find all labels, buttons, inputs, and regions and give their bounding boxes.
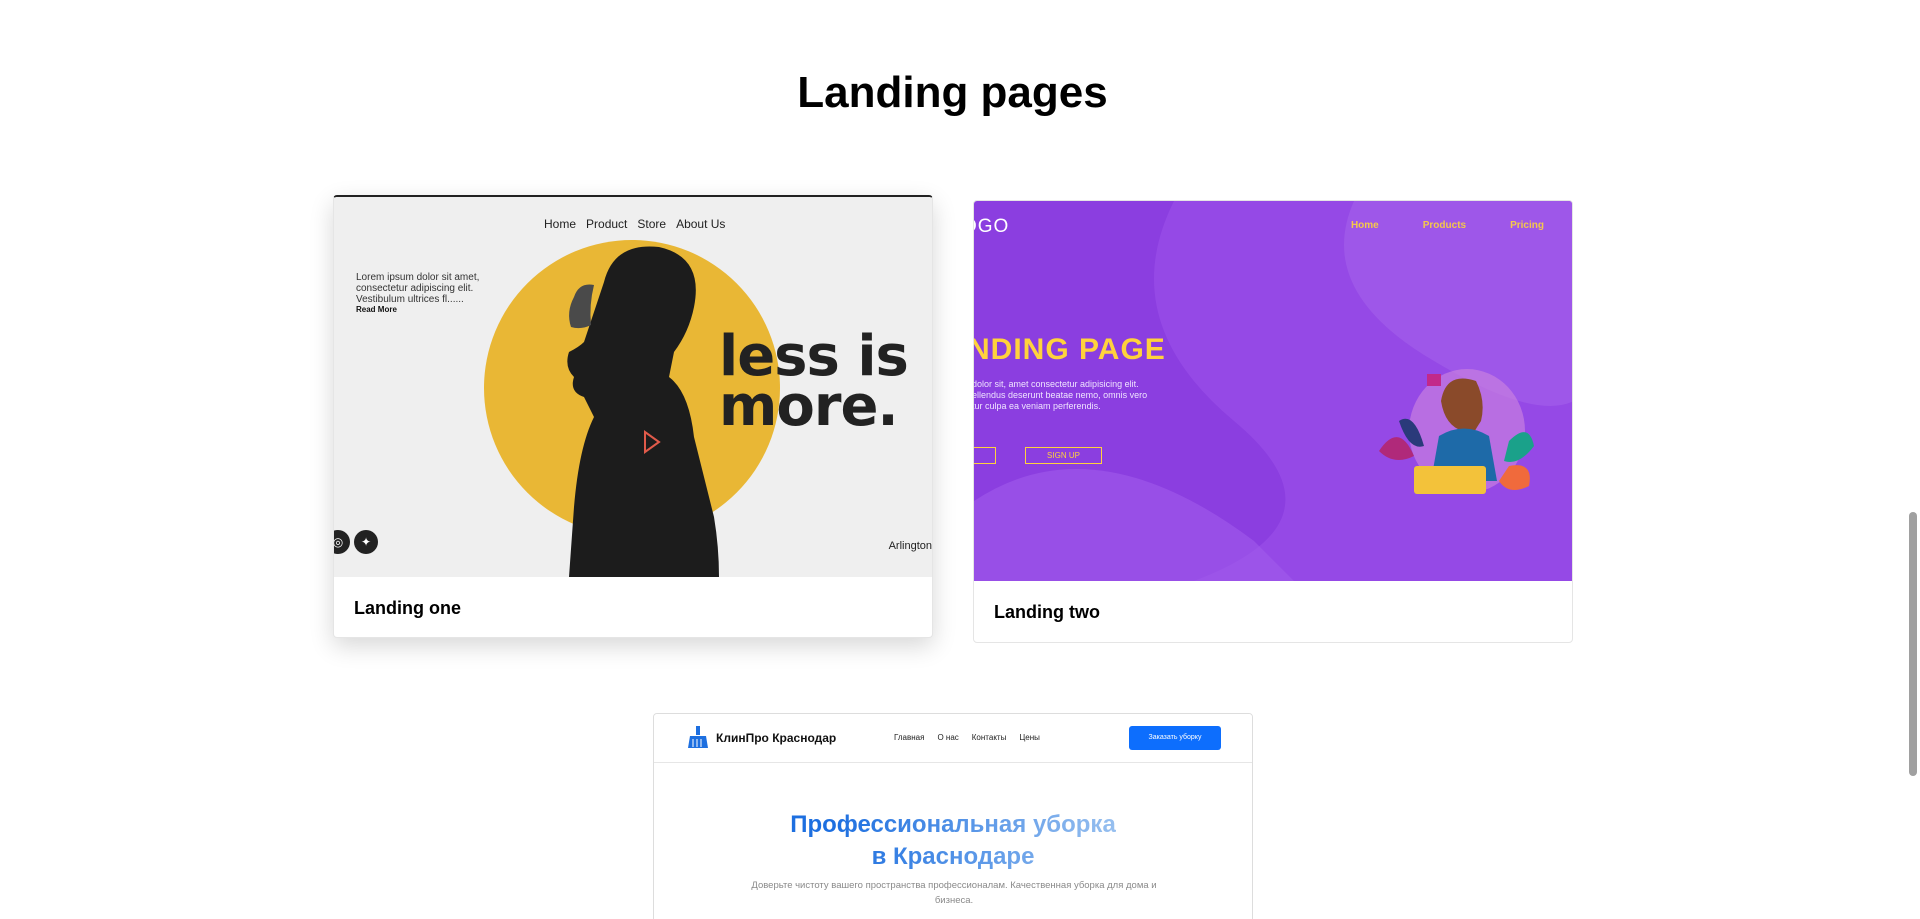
landing-three-nav-about: О нас (937, 733, 959, 742)
landing-one-nav-store: Store (637, 217, 667, 231)
section-title: Landing pages (797, 68, 1108, 117)
landing-two-nav: Home Products Pricing (1351, 220, 1544, 231)
landing-one-nav-about: About Us (676, 217, 726, 231)
page: Landing pages Home Product Store About U… (0, 0, 1920, 919)
twitter-icon: ✦ (354, 530, 378, 554)
landing-two-button-partial (974, 447, 996, 464)
landing-two-headline: NDING PAGE (974, 333, 1166, 366)
landing-three-title-line2: в Краснодаре (871, 843, 1035, 870)
landing-one-title[interactable]: Landing one (354, 598, 461, 619)
landing-three-nav-contacts: Контакты (971, 733, 1007, 742)
laptop-woman-illustration (1379, 369, 1534, 494)
landing-one-city: Arlington (888, 540, 932, 552)
landing-one-intro: Lorem ipsum dolor sit amet, consectetur … (356, 272, 480, 305)
landing-one-social: ◎ ✦ (334, 530, 378, 554)
landing-one-nav: Home Product Store About Us (544, 217, 725, 231)
landing-two-nav-pricing: Pricing (1510, 220, 1544, 231)
landing-three-nav-home: Главная (894, 733, 925, 742)
broom-icon (688, 726, 708, 748)
landing-card-three[interactable]: КлинПро Краснодар Главная О нас Контакты… (653, 713, 1253, 919)
landing-one-preview[interactable]: Home Product Store About Us Lorem ipsum … (334, 197, 932, 577)
landing-one-read-more: Read More (356, 305, 397, 314)
landing-two-nav-products: Products (1422, 220, 1467, 231)
landing-two-logo: OGO (974, 216, 1010, 237)
landing-three-title-line1: Профессиональная уборка (790, 811, 1116, 838)
landing-one-nav-home: Home (544, 217, 577, 231)
landing-one-headline: less is more. (719, 329, 909, 439)
scrollbar-thumb[interactable] (1909, 512, 1917, 776)
landing-one-portrait (567, 246, 719, 577)
landing-two-text: dolor sit, amet consectetur adipisicing … (974, 379, 1148, 411)
landing-two-title[interactable]: Landing two (994, 602, 1100, 623)
landing-card-two[interactable]: OGO Home Products Pricing NDING PAGE dol… (973, 200, 1573, 643)
play-icon[interactable] (642, 430, 661, 454)
landing-two-signup-button: SIGN UP (1025, 447, 1102, 464)
landing-three-title: Профессиональная уборка в Краснодаре (654, 809, 1252, 873)
landing-three-nav-prices: Цены (1019, 733, 1040, 742)
instagram-icon: ◎ (334, 530, 350, 554)
landing-one-nav-product: Product (586, 217, 628, 231)
landing-three-header: КлинПро Краснодар Главная О нас Контакты… (654, 714, 1252, 763)
scrollbar[interactable] (1905, 0, 1920, 919)
landing-three-subtitle: Доверьте чистоту вашего пространства про… (751, 880, 1157, 906)
landing-three-brand: КлинПро Краснодар (716, 731, 837, 745)
landing-three-order-button: Заказать уборку (1129, 726, 1221, 750)
landing-two-nav-home: Home (1350, 220, 1379, 231)
landing-two-preview[interactable]: OGO Home Products Pricing NDING PAGE dol… (974, 201, 1572, 581)
landing-three-nav: Главная О нас Контакты Цены (894, 733, 1040, 742)
landing-one-headline-line2: more. (719, 374, 899, 439)
landing-card-one[interactable]: Home Product Store About Us Lorem ipsum … (333, 195, 933, 638)
